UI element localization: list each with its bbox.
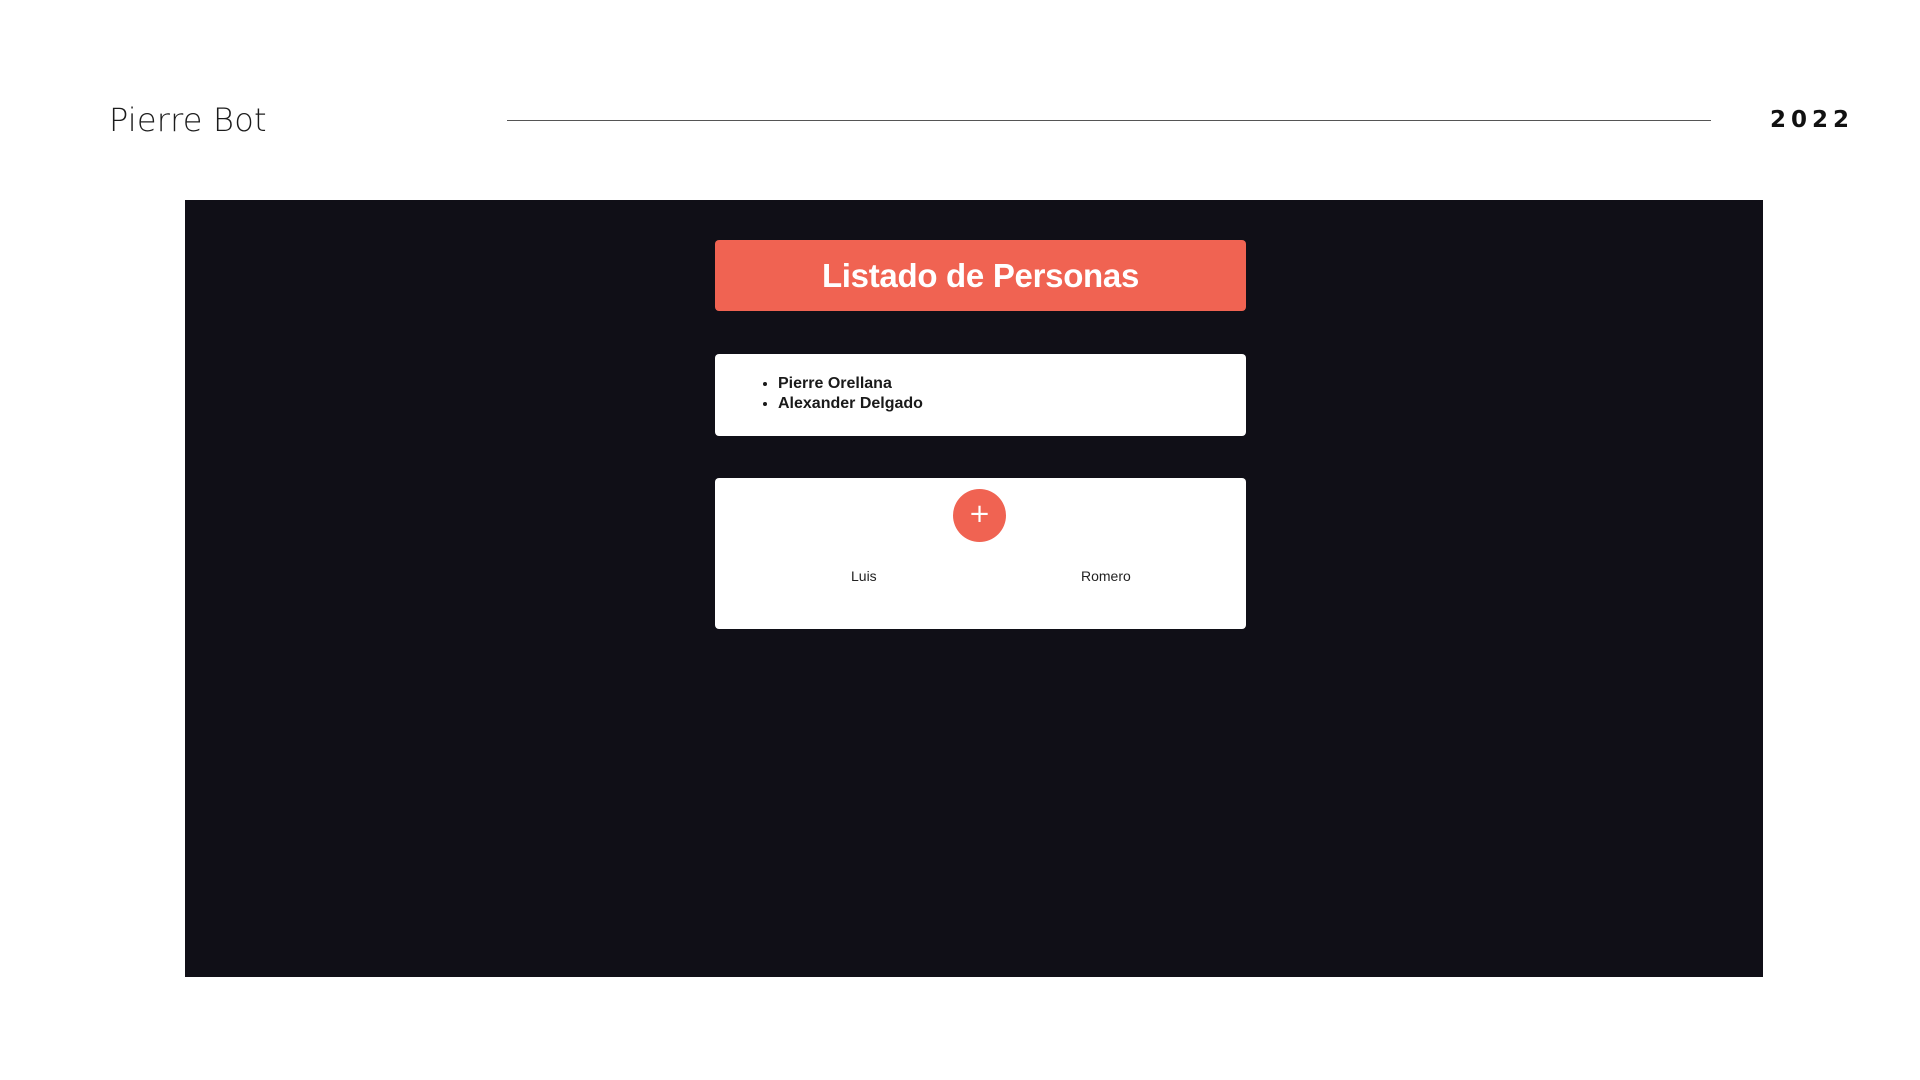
people-list: Pierre Orellana Alexander Delgado xyxy=(778,374,923,414)
header-divider xyxy=(507,120,1711,121)
add-person-button[interactable]: + xyxy=(953,489,1006,542)
slide-year: 2022 xyxy=(1770,107,1855,133)
app-title: Listado de Personas xyxy=(821,256,1140,294)
list-item: Alexander Delgado xyxy=(778,394,923,414)
app-title-bar: Listado de Personas xyxy=(715,240,1246,311)
slide-author: Pierre Bot xyxy=(109,101,267,139)
people-list-card: Pierre Orellana Alexander Delgado xyxy=(715,354,1246,436)
list-item: Pierre Orellana xyxy=(778,374,923,394)
add-person-card: + Luis Romero xyxy=(715,478,1246,629)
last-name-value: Romero xyxy=(1081,568,1131,584)
presentation-slide: Pierre Bot 2022 Listado de Personas Pier… xyxy=(0,0,1920,1080)
first-name-value: Luis xyxy=(851,568,877,584)
app-screenshot: Listado de Personas Pierre Orellana Alex… xyxy=(185,200,1763,977)
